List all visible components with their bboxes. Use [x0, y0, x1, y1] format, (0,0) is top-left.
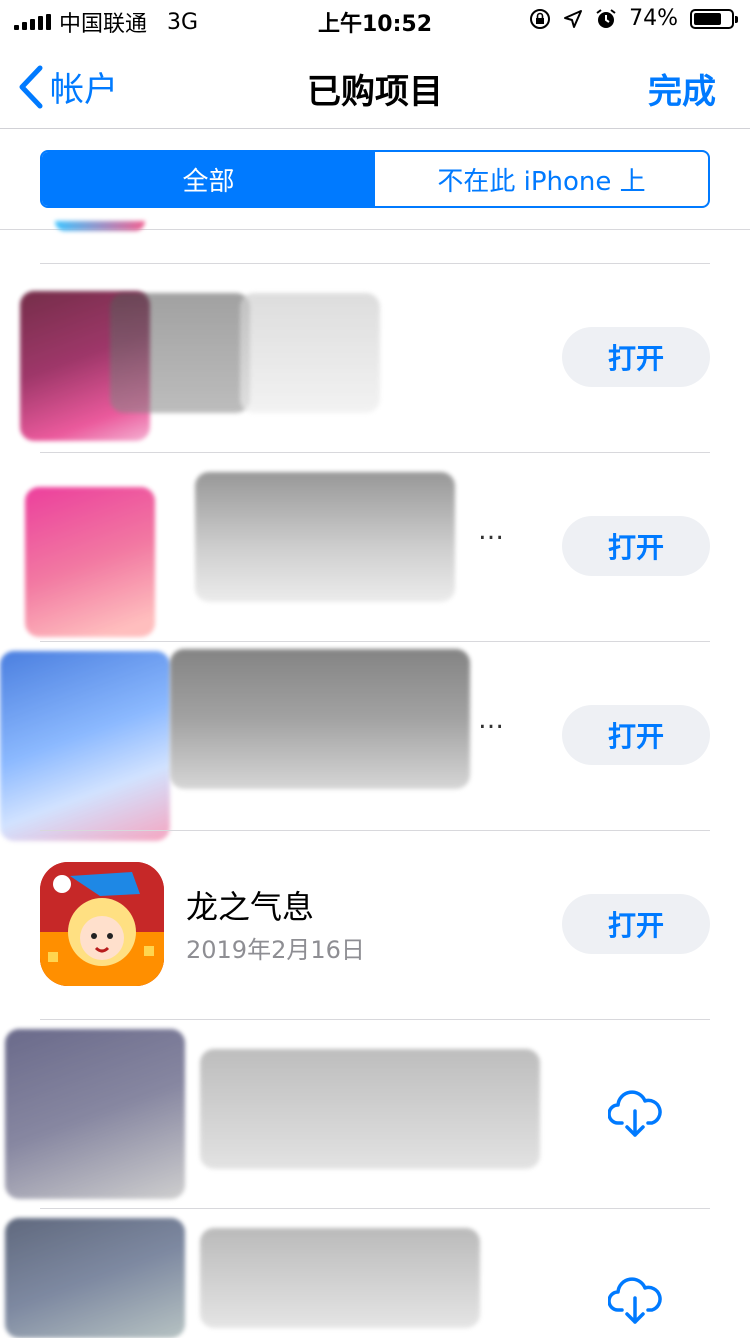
- row-divider: [40, 263, 710, 264]
- dragon-character-icon: [40, 862, 164, 986]
- list-item[interactable]: 打开: [0, 263, 750, 452]
- done-button[interactable]: 完成: [648, 64, 716, 113]
- row-divider: [40, 452, 710, 453]
- page-title: 已购项目: [307, 72, 443, 112]
- download-cloud-icon[interactable]: [608, 1089, 662, 1139]
- partial-icon: [55, 221, 145, 231]
- app-name: 龙之气息: [186, 888, 315, 926]
- list-item[interactable]: [0, 1019, 750, 1208]
- app-icon: [40, 862, 164, 986]
- list-item[interactable]: [0, 1208, 750, 1338]
- truncation-ellipsis: …: [478, 705, 504, 735]
- download-cloud-icon[interactable]: [608, 1276, 662, 1326]
- segment-all[interactable]: 全部: [42, 152, 375, 206]
- segmented-control: 全部 不在此 iPhone 上: [40, 150, 710, 208]
- app-date: 2019年2月16日: [186, 936, 365, 964]
- alarm-icon: [596, 8, 616, 28]
- open-button[interactable]: 打开: [562, 516, 710, 576]
- app-name-redacted: [195, 472, 455, 602]
- app-icon: [5, 1029, 185, 1199]
- list-item[interactable]: 龙之气息 2019年2月16日 打开: [0, 830, 750, 1019]
- app-name-redacted: [110, 293, 250, 413]
- partial-row: [0, 221, 750, 263]
- app-date-redacted: [240, 293, 380, 413]
- battery-icon: [690, 8, 738, 29]
- app-icon: [0, 651, 170, 841]
- location-icon: [564, 9, 583, 28]
- navigation-bar: 帐户 已购项目 完成: [0, 40, 750, 129]
- open-button[interactable]: 打开: [562, 894, 710, 954]
- list-item[interactable]: … 打开: [0, 641, 750, 841]
- open-button[interactable]: 打开: [562, 705, 710, 765]
- lock-rotation-icon: [530, 8, 551, 29]
- open-button[interactable]: 打开: [562, 327, 710, 387]
- app-icon: [25, 487, 155, 637]
- list-item[interactable]: … 打开: [0, 452, 750, 641]
- row-divider: [40, 641, 710, 642]
- app-icon: [5, 1218, 185, 1338]
- app-name-redacted: [170, 649, 470, 789]
- status-bar: 中国联通 3G 上午10:52 74%: [0, 0, 750, 40]
- app-name-redacted: [200, 1049, 540, 1169]
- truncation-ellipsis: …: [478, 516, 504, 546]
- row-divider: [40, 1208, 710, 1209]
- status-right: 74%: [529, 6, 738, 31]
- row-divider: [40, 830, 710, 831]
- battery-percent: 74%: [629, 6, 678, 31]
- segment-not-on-iphone[interactable]: 不在此 iPhone 上: [375, 152, 708, 206]
- app-name-redacted: [200, 1228, 480, 1328]
- row-divider: [40, 1019, 710, 1020]
